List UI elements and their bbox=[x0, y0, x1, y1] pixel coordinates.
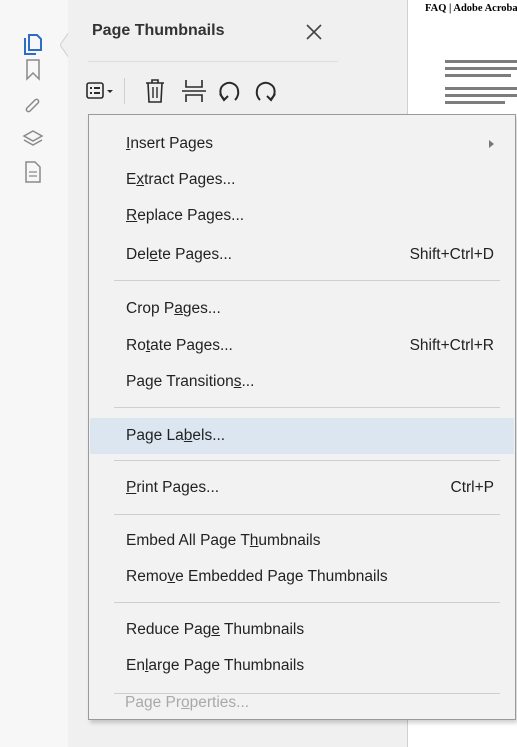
menu-separator bbox=[114, 280, 500, 281]
menu-item-replace-pages[interactable]: Replace Pages... bbox=[90, 198, 514, 234]
document-text-line bbox=[445, 101, 505, 104]
menu-separator bbox=[114, 602, 500, 603]
menu-item-delete-pages[interactable]: Delete Pages... Shift+Ctrl+D bbox=[90, 237, 514, 273]
menu-shortcut: Ctrl+P bbox=[450, 479, 495, 496]
menu-item-page-labels[interactable]: Page Labels... bbox=[90, 418, 514, 454]
menu-item-label: Extract Pages... bbox=[126, 171, 236, 188]
submenu-arrow-icon bbox=[489, 140, 494, 148]
menu-item-print-pages[interactable]: Print Pages... Ctrl+P bbox=[90, 470, 514, 506]
menu-item-label: Remove Embedded Page Thumbnails bbox=[126, 568, 388, 585]
menu-item-rotate-pages[interactable]: Rotate Pages... Shift+Ctrl+R bbox=[90, 328, 514, 364]
menu-item-page-properties: Page Properties... bbox=[89, 689, 513, 717]
menu-item-remove-embedded-page-thumbnails[interactable]: Remove Embedded Page Thumbnails bbox=[90, 559, 514, 595]
document-text-line bbox=[445, 87, 517, 90]
insert-icon[interactable] bbox=[177, 76, 211, 106]
menu-separator bbox=[114, 460, 500, 461]
menu-item-label: Replace Pages... bbox=[126, 207, 245, 224]
menu-item-label: Crop Pages... bbox=[126, 300, 221, 317]
document-icon[interactable] bbox=[21, 160, 45, 184]
menu-item-label: Page Properties... bbox=[125, 694, 250, 711]
menu-item-label: Reduce Page Thumbnails bbox=[126, 621, 305, 638]
menu-item-label: Page Transitions... bbox=[126, 373, 255, 390]
panel-title: Page Thumbnails bbox=[92, 22, 225, 39]
menu-item-label: Rotate Pages... bbox=[126, 337, 233, 354]
menu-item-extract-pages[interactable]: Extract Pages... bbox=[90, 162, 514, 198]
page-thumbnails-options-menu: Insert Pages Extract Pages... Replace Pa… bbox=[88, 114, 516, 720]
menu-item-enlarge-page-thumbnails[interactable]: Enlarge Page Thumbnails bbox=[90, 648, 514, 684]
menu-item-insert-pages[interactable]: Insert Pages bbox=[90, 126, 514, 162]
side-navigation-rail bbox=[0, 0, 69, 747]
menu-separator bbox=[114, 407, 500, 408]
page-thumbnails-icon[interactable] bbox=[21, 33, 45, 57]
delete-icon[interactable] bbox=[138, 76, 172, 106]
menu-item-embed-all-page-thumbnails[interactable]: Embed All Page Thumbnails bbox=[90, 523, 514, 559]
bookmark-icon[interactable] bbox=[21, 58, 45, 82]
document-text-line bbox=[445, 94, 517, 97]
menu-item-page-transitions[interactable]: Page Transitions... bbox=[90, 364, 514, 400]
document-text-line bbox=[445, 74, 511, 77]
menu-item-label: Print Pages... bbox=[126, 479, 220, 496]
menu-item-reduce-page-thumbnails[interactable]: Reduce Page Thumbnails bbox=[90, 612, 514, 648]
menu-item-label: Embed All Page Thumbnails bbox=[126, 532, 321, 549]
document-text-line bbox=[445, 60, 517, 63]
panel-divider bbox=[88, 61, 338, 62]
menu-item-crop-pages[interactable]: Crop Pages... bbox=[90, 291, 514, 327]
attachment-icon[interactable] bbox=[21, 94, 45, 118]
menu-item-label: Delete Pages... bbox=[126, 246, 232, 263]
options-menu-icon[interactable] bbox=[84, 76, 118, 106]
document-text-line bbox=[445, 67, 517, 70]
menu-item-label: Enlarge Page Thumbnails bbox=[126, 657, 305, 674]
toolbar-divider bbox=[124, 78, 125, 104]
menu-item-label: Page Labels... bbox=[126, 427, 226, 444]
layers-icon[interactable] bbox=[21, 127, 45, 151]
close-icon[interactable] bbox=[304, 22, 326, 44]
rotate-right-icon[interactable] bbox=[248, 76, 282, 106]
document-title: FAQ | Adobe Acroba bbox=[425, 3, 517, 14]
menu-separator bbox=[114, 514, 500, 515]
menu-item-label: Insert Pages bbox=[126, 135, 214, 152]
menu-shortcut: Shift+Ctrl+R bbox=[409, 337, 494, 354]
rotate-left-icon[interactable] bbox=[213, 76, 247, 106]
menu-shortcut: Shift+Ctrl+D bbox=[409, 246, 494, 263]
